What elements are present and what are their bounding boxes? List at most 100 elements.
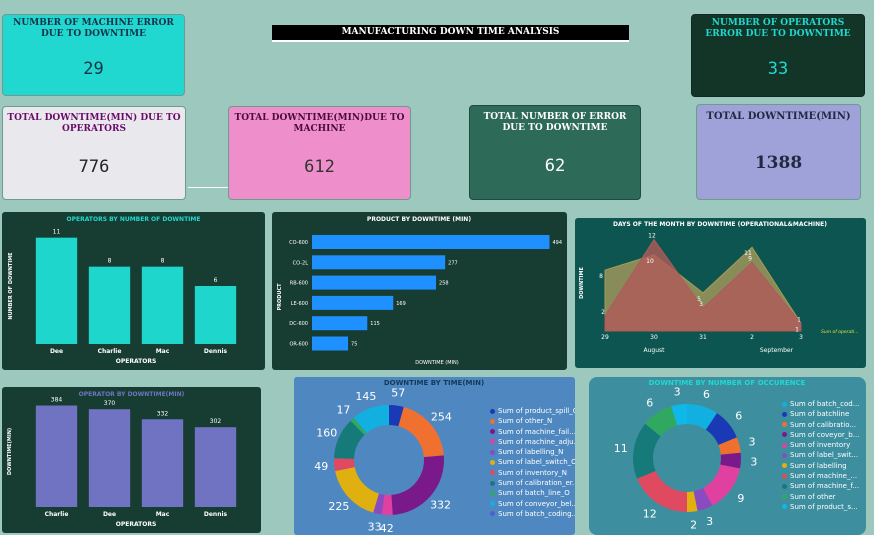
data-label: 33 <box>368 520 382 533</box>
data-label: 3 <box>750 455 757 468</box>
kpi-total-downtime: TOTAL DOWNTIME(MIN) 1388 <box>696 104 861 200</box>
data-label: 2 <box>690 519 697 532</box>
data-label: 42 <box>380 522 394 535</box>
data-label: 6 <box>214 277 218 284</box>
tick-label: CO-600 <box>289 240 308 246</box>
data-label: 11 <box>614 442 628 455</box>
kpi-title: TOTAL DOWNTIME(MIN) DUE TO OPERATORS <box>7 113 181 134</box>
legend-swatch <box>782 422 787 428</box>
data-label: 254 <box>431 411 452 424</box>
chart-title: PRODUCT BY DOWNTIME (MIN) <box>367 216 471 223</box>
legend-label: Sum of machine_... <box>790 472 858 481</box>
legend-swatch <box>490 418 495 424</box>
legend-label: Sum of coveyor_b... <box>790 430 860 439</box>
kpi-title: TOTAL NUMBER OF ERROR DUE TO DOWNTIME <box>483 112 627 133</box>
bar <box>35 237 78 344</box>
data-label: 2 <box>601 309 605 316</box>
chart-days-downtime: DAYS OF THE MONTH BY DOWNTIME (OPERATION… <box>579 221 859 354</box>
kpi-value: 29 <box>83 59 104 79</box>
data-label: 9 <box>737 492 744 505</box>
legend-item: Sum of batch_cod... <box>782 399 859 409</box>
chart-operator-downtime: OPERATOR BY DOWNTIME(MIN) 384 Charlie 370 De… <box>7 391 237 528</box>
data-label: 332 <box>430 498 451 511</box>
tick-label: Dee <box>103 511 116 518</box>
legend-swatch <box>490 490 495 496</box>
legend-swatch <box>490 429 495 435</box>
legend-label: Sum of label_swit... <box>790 451 859 460</box>
tick-label: Dennis <box>204 348 228 355</box>
kpi-value: 33 <box>767 59 789 79</box>
data-label: 302 <box>210 418 222 425</box>
legend-label: Sum of machine_adju... <box>498 437 575 446</box>
legend-swatch <box>782 473 787 479</box>
legend-downtime-by-time: Sum of product_spill_O Sum of other_N Sum … <box>490 406 575 519</box>
bar <box>312 295 394 310</box>
legend-swatch <box>490 511 495 517</box>
legend-downtime-by-occurrence: Sum of batch_cod... Sum of batchline Sum o… <box>782 399 859 512</box>
legend-label: Sum of machine_f... <box>790 482 860 491</box>
chart-days-downtime-panel: DAYS OF THE MONTH BY DOWNTIME (OPERATION… <box>575 218 866 368</box>
tick-label: Charlie <box>45 511 69 518</box>
data-label: 8 <box>108 258 112 265</box>
legend-item: Sum of machine_f... <box>782 481 859 491</box>
tick-label: LE-600 <box>291 301 308 307</box>
legend-label: Sum of label_switch_O <box>498 458 575 467</box>
data-label: 160 <box>316 427 337 440</box>
legend-label: Sum of other <box>790 492 836 501</box>
data-label: 225 <box>328 500 349 513</box>
legend-swatch <box>782 483 787 489</box>
bar <box>312 255 446 270</box>
tick-label: DC-600 <box>289 321 308 327</box>
bar <box>35 405 78 507</box>
legend-swatch <box>782 442 787 448</box>
month-label: September <box>760 347 794 354</box>
legend-item: Sum of coveyor_b... <box>782 430 859 440</box>
legend-label: Sum of product_s... <box>790 502 858 511</box>
data-label: 115 <box>370 321 380 327</box>
data-label: 3 <box>674 386 681 399</box>
connector-line <box>188 187 228 188</box>
legend-item: Sum of inventory_N <box>490 468 575 478</box>
x-axis-label: OPERATORS <box>116 521 157 528</box>
chart-title: OPERATOR BY DOWNTIME(MIN) <box>79 391 185 398</box>
legend-swatch <box>782 432 787 438</box>
kpi-value: 612 <box>304 157 335 177</box>
legend-item: Sum of calibration_er... <box>490 478 575 488</box>
tick-label: 3 <box>799 334 803 341</box>
kpi-value: 62 <box>544 156 566 176</box>
chart-product-downtime-panel: PRODUCT BY DOWNTIME (MIN) 494 CO-600 277 CO-… <box>272 212 567 370</box>
chart-operators-count-panel: OPERATORS BY NUMBER OF DOWNTIME 11 Dee 8 Cha… <box>2 212 265 370</box>
legend-item: Sum of batchline <box>782 409 859 419</box>
data-label: 258 <box>439 281 449 287</box>
y-axis-label: DOWNTIME <box>579 267 585 299</box>
legend-item: Sum of calibratio... <box>782 420 859 430</box>
page-title-banner: MANUFACTURING DOWN TIME ANALYSIS <box>272 25 629 42</box>
legend-swatch <box>490 408 495 414</box>
data-label: 1 <box>795 326 799 333</box>
y-axis-label: PRODUCT <box>277 283 283 311</box>
kpi-title: TOTAL DOWNTIME(MIN)DUE TO MACHINE <box>234 113 405 134</box>
donut-slice <box>637 471 687 512</box>
legend-swatch <box>782 452 787 458</box>
bar <box>194 286 237 344</box>
tick-label: Mac <box>156 511 170 518</box>
legend-label: Sum of batch_cod... <box>790 400 860 408</box>
kpi-value: 776 <box>78 157 110 177</box>
legend-label: Sum of labelling <box>790 461 847 470</box>
legend-swatch <box>490 449 495 455</box>
legend-item: Sum of batch_coding... <box>490 509 575 519</box>
legend-label: Sum of calibration_er... <box>498 479 575 488</box>
data-label: 75 <box>351 342 357 348</box>
legend-label: Sum of labelling_N <box>498 448 564 457</box>
legend-swatch <box>782 401 787 407</box>
kpi-total-errors: TOTAL NUMBER OF ERROR DUE TO DOWNTIME 62 <box>469 105 641 200</box>
legend-swatch <box>490 439 495 445</box>
legend-label: Sum of inventory <box>790 441 851 450</box>
tick-label: 2 <box>750 334 754 341</box>
data-label: 11 <box>53 229 61 236</box>
bar <box>88 266 131 344</box>
legend-item: Sum of other_N <box>490 416 575 426</box>
legend-swatch <box>782 504 787 510</box>
y-axis-label: DOWNTIME(MIN) <box>7 428 13 475</box>
legend-item: Sum of label_swit... <box>782 450 859 460</box>
